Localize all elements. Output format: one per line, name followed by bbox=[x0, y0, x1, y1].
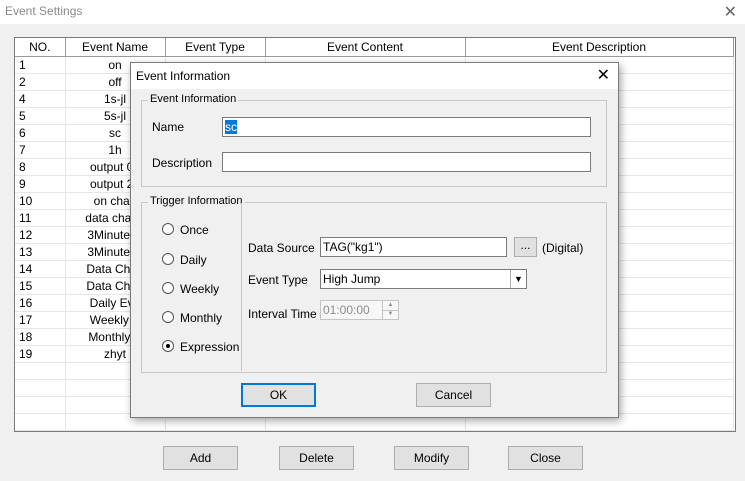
table-cell: 5 bbox=[15, 107, 66, 125]
interval-time-value: 01:00:00 bbox=[323, 303, 370, 317]
event-info-legend: Event Information bbox=[148, 93, 239, 105]
cancel-button[interactable]: Cancel bbox=[416, 383, 491, 407]
trigger-info-legend: Trigger Information bbox=[148, 195, 245, 207]
table-cell: 8 bbox=[15, 158, 66, 176]
table-cell: 15 bbox=[15, 277, 66, 295]
column-header[interactable]: Event Name bbox=[65, 38, 166, 57]
column-header[interactable]: Event Content bbox=[265, 38, 466, 57]
radio-monthly[interactable]: Monthly bbox=[162, 310, 222, 325]
event-information-dialog: Event Information ✕ Event Information Na… bbox=[130, 62, 619, 418]
description-label: Description bbox=[152, 156, 213, 170]
table-cell: 12 bbox=[15, 226, 66, 244]
data-type-label: (Digital) bbox=[542, 241, 584, 255]
table-cell: 18 bbox=[15, 328, 66, 346]
event-type-value: High Jump bbox=[323, 272, 381, 286]
radio-daily[interactable]: Daily bbox=[162, 252, 207, 267]
browse-button[interactable]: ... bbox=[514, 237, 537, 257]
column-header[interactable]: NO. bbox=[15, 38, 66, 57]
table-cell: 13 bbox=[15, 243, 66, 261]
modify-button[interactable]: Modify bbox=[394, 446, 469, 470]
column-header[interactable]: Event Description bbox=[465, 38, 734, 57]
spin-down-icon: ▼ bbox=[382, 310, 398, 319]
chevron-down-icon[interactable]: ▼ bbox=[510, 270, 526, 288]
table-cell: 19 bbox=[15, 345, 66, 363]
dialog-titlebar: Event Information ✕ bbox=[131, 63, 618, 89]
interval-time-field: 01:00:00 ▲ ▼ bbox=[320, 300, 399, 320]
window-title: Event Settings bbox=[5, 4, 83, 18]
table-cell: 9 bbox=[15, 175, 66, 193]
trigger-divider bbox=[241, 203, 242, 371]
event-type-select[interactable]: High Jump ▼ bbox=[320, 269, 527, 289]
dialog-title: Event Information bbox=[136, 69, 231, 83]
name-field[interactable]: sc bbox=[222, 117, 591, 137]
close-button[interactable]: Close bbox=[508, 446, 583, 470]
table-cell: 11 bbox=[15, 209, 66, 227]
table-cell: 2 bbox=[15, 73, 66, 91]
interval-time-label: Interval Time bbox=[248, 307, 317, 321]
table-cell: 4 bbox=[15, 90, 66, 108]
table-cell: 10 bbox=[15, 192, 66, 210]
delete-button[interactable]: Delete bbox=[279, 446, 354, 470]
description-field[interactable] bbox=[222, 152, 591, 172]
table-cell bbox=[15, 396, 66, 414]
table-cell: 14 bbox=[15, 260, 66, 278]
table-cell bbox=[15, 379, 66, 397]
table-cell: 6 bbox=[15, 124, 66, 142]
name-value: sc bbox=[225, 120, 237, 134]
data-source-label: Data Source bbox=[248, 241, 315, 255]
table-cell bbox=[15, 362, 66, 380]
table-cell: 1 bbox=[15, 56, 66, 74]
radio-weekly[interactable]: Weekly bbox=[162, 281, 219, 296]
radio-once[interactable]: Once bbox=[162, 222, 209, 237]
dialog-close-icon[interactable]: ✕ bbox=[597, 65, 610, 85]
close-icon[interactable]: ✕ bbox=[724, 2, 737, 22]
event-type-label: Event Type bbox=[248, 273, 308, 287]
name-label: Name bbox=[152, 120, 185, 134]
radio-expression[interactable]: Expression bbox=[162, 339, 239, 354]
table-cell bbox=[15, 413, 66, 431]
add-button[interactable]: Add bbox=[163, 446, 238, 470]
table-cell: 7 bbox=[15, 141, 66, 159]
column-header[interactable]: Event Type bbox=[165, 38, 266, 57]
table-cell: 16 bbox=[15, 294, 66, 312]
window-titlebar: Event Settings ✕ bbox=[0, 0, 745, 24]
ok-button[interactable]: OK bbox=[241, 383, 316, 407]
event-info-group: Event Information bbox=[141, 93, 607, 187]
table-cell: 17 bbox=[15, 311, 66, 329]
data-source-field[interactable]: TAG("kg1") bbox=[320, 237, 507, 257]
